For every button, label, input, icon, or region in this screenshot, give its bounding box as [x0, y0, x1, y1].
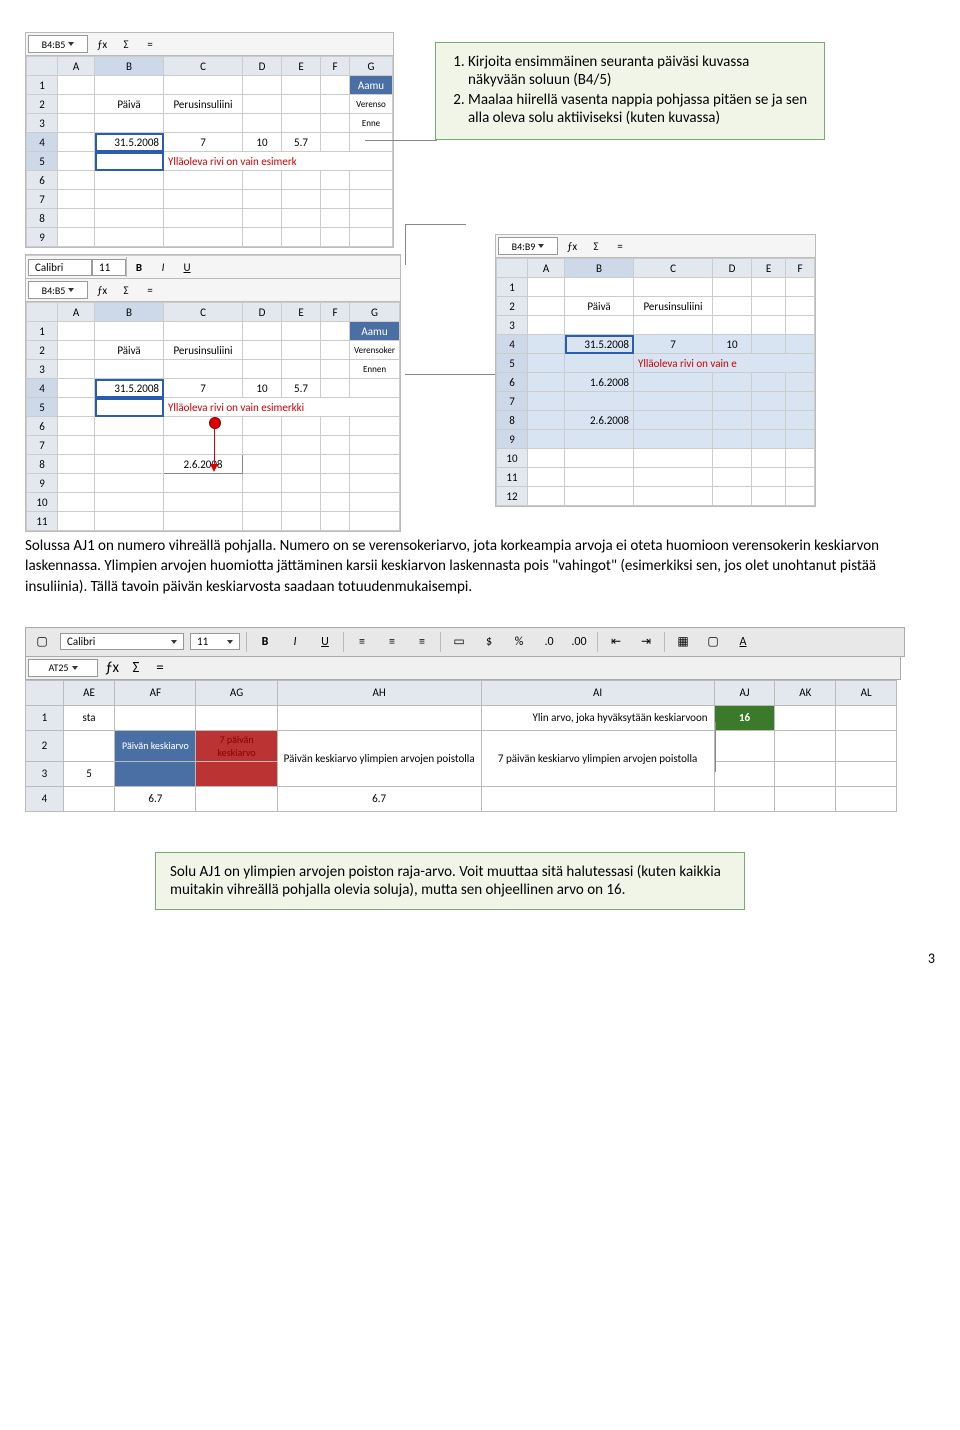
name-box[interactable]: B4:B9 — [498, 237, 558, 255]
decimal-inc-icon[interactable]: .0 — [537, 632, 561, 652]
font-size[interactable]: 11 — [92, 259, 126, 276]
threshold-cell[interactable]: 16 — [714, 705, 775, 730]
paragraph-1: Solussa AJ1 on numero vihreällä pohjalla… — [25, 536, 935, 597]
sigma-icon[interactable]: Σ — [124, 658, 148, 678]
drag-handle-dot — [209, 417, 221, 429]
grid[interactable]: AEAFAGAHAIAJAKAL 1staYlin arvo, joka hyv… — [25, 680, 897, 812]
equals-icon: = — [148, 658, 172, 678]
name-box[interactable]: B4:B5 — [28, 35, 88, 53]
font-size[interactable]: 11 — [190, 633, 240, 650]
drag-arrow-icon — [210, 464, 218, 472]
font-name[interactable]: Calibri — [28, 259, 92, 276]
name-box[interactable]: AT25 — [28, 659, 98, 677]
sigma-icon[interactable]: Σ — [114, 34, 138, 54]
fx-icon[interactable]: ƒx — [90, 34, 114, 54]
spreadsheet-1: B4:B5 ƒx Σ = ABCDEFG 1Aamu 2PäiväPerusin… — [25, 32, 394, 248]
align-right-icon[interactable]: ≡ — [410, 632, 434, 652]
sigma-icon[interactable]: Σ — [114, 280, 138, 300]
font-dropdown-icon[interactable]: ▢ — [30, 632, 54, 652]
fill-color-icon[interactable]: ▢ — [701, 632, 725, 652]
fx-icon[interactable]: ƒx — [90, 280, 114, 300]
align-center-icon[interactable]: ≡ — [380, 632, 404, 652]
ribbon-toolbar: ▢ Calibri 11 B I U ≡ ≡ ≡ ▭ $ % .0 .00 ⇤ … — [25, 627, 905, 657]
name-box[interactable]: B4:B5 — [28, 281, 88, 299]
equals-icon: = — [138, 280, 162, 300]
decimal-dec-icon[interactable]: .00 — [567, 632, 591, 652]
fx-icon[interactable]: ƒx — [560, 236, 584, 256]
sigma-icon[interactable]: Σ — [584, 236, 608, 256]
callout-2: Solu AJ1 on ylimpien arvojen poiston raj… — [155, 852, 745, 910]
formula-bar: Calibri 11 B I U — [26, 255, 400, 279]
percent-icon[interactable]: % — [507, 632, 531, 652]
italic-icon[interactable]: I — [151, 257, 175, 277]
underline-icon[interactable]: U — [175, 257, 199, 277]
font-color-icon[interactable]: A — [731, 632, 755, 652]
align-left-icon[interactable]: ≡ — [350, 632, 374, 652]
grid[interactable]: ABCDEF 1 2PäiväPerusinsuliini 3 431.5.20… — [496, 258, 815, 506]
spreadsheet-2: Calibri 11 B I U B4:B5 ƒx Σ = ABCDEFG 1A… — [25, 254, 401, 532]
page-number: 3 — [25, 950, 935, 967]
spreadsheet-4: ▢ Calibri 11 B I U ≡ ≡ ≡ ▭ $ % .0 .00 ⇤ … — [25, 627, 935, 812]
spreadsheet-3: B4:B9 ƒx Σ = ABCDEF 1 2PäiväPerusinsulii… — [495, 234, 816, 507]
equals-icon: = — [138, 34, 162, 54]
fx-icon[interactable]: ƒx — [100, 658, 124, 678]
currency-icon[interactable]: $ — [477, 632, 501, 652]
indent-dec-icon[interactable]: ⇤ — [604, 632, 628, 652]
indent-inc-icon[interactable]: ⇥ — [634, 632, 658, 652]
borders-icon[interactable]: ▦ — [671, 632, 695, 652]
merge-icon[interactable]: ▭ — [447, 632, 471, 652]
grid[interactable]: ABCDEFG 1Aamu 2PäiväPerusinsuliiniVerens… — [26, 56, 393, 247]
equals-icon: = — [608, 236, 632, 256]
underline-icon[interactable]: U — [313, 632, 337, 652]
bold-icon[interactable]: B — [127, 257, 151, 277]
font-name[interactable]: Calibri — [60, 633, 184, 650]
italic-icon[interactable]: I — [283, 632, 307, 652]
formula-bar: B4:B5 ƒx Σ = — [26, 33, 393, 56]
bold-icon[interactable]: B — [253, 632, 277, 652]
callout-1: Kirjoita ensimmäinen seuranta päiväsi ku… — [435, 42, 825, 140]
